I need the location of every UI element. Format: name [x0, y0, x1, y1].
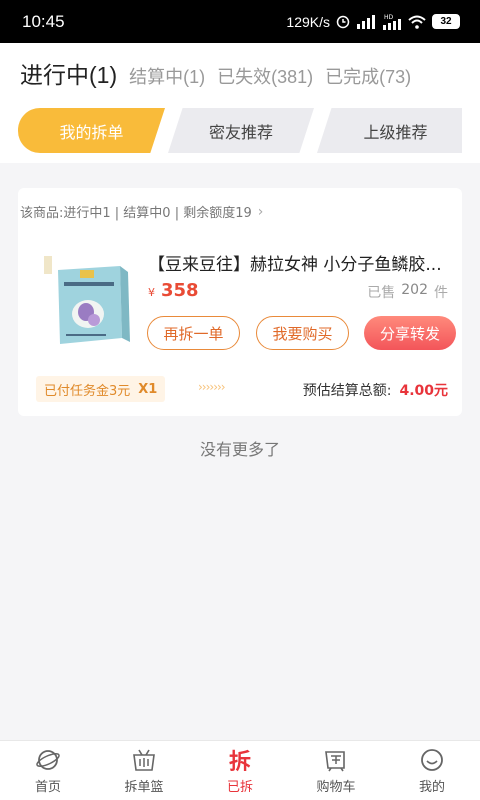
battery-icon: 32 — [432, 14, 460, 29]
profile-icon — [419, 747, 445, 773]
signal-hd-icon: HD — [382, 14, 402, 30]
tab-in-progress[interactable]: 进行中(1) — [20, 56, 117, 90]
split-icon: 拆 — [228, 747, 251, 775]
home-icon — [35, 747, 61, 773]
nav-split[interactable]: 拆 已拆 — [200, 747, 280, 795]
status-time: 10:45 — [22, 11, 65, 31]
price-value: 358 — [161, 280, 199, 301]
segment-superior-recommend-label: 上级推荐 — [363, 122, 428, 142]
alarm-icon — [336, 15, 350, 29]
status-indicators: 129K/s HD 32 — [286, 14, 460, 30]
network-speed: 129K/s — [286, 13, 330, 30]
rebuy-button[interactable]: 再拆一单 — [147, 316, 240, 350]
source-segment-control: 我的拆单 密友推荐 上级推荐 — [18, 108, 462, 153]
order-card: 该商品:进行中1 | 结算中0 | 剩余额度19 › 【豆来豆往】赫拉女神 小分… — [18, 188, 462, 416]
segment-my-split[interactable]: 我的拆单 — [18, 108, 165, 153]
nav-cart[interactable]: 购物车 — [296, 747, 376, 795]
tab-invalid[interactable]: 已失效(381) — [217, 63, 313, 89]
share-button[interactable]: 分享转发 — [364, 316, 456, 350]
task-fee-text: 已付任务金3元 — [44, 383, 131, 399]
estimate-label: 预估结算总额: — [302, 383, 392, 399]
bottom-navigation: 首页 拆单篮 拆 已拆 购物车 我的 — [0, 740, 480, 800]
segment-friend-recommend-label: 密友推荐 — [208, 122, 273, 142]
nav-split-basket-label: 拆单篮 — [124, 779, 164, 795]
nav-split-basket[interactable]: 拆单篮 — [104, 747, 184, 795]
split-icon-glyph: 拆 — [228, 749, 251, 775]
buy-button[interactable]: 我要购买 — [256, 316, 349, 350]
cart-icon — [323, 747, 349, 773]
split-basket-icon — [131, 747, 157, 773]
segment-friend-recommend[interactable]: 密友推荐 — [168, 108, 314, 153]
nav-cart-label: 购物车 — [316, 779, 356, 795]
task-fee-badge: 已付任务金3元 X1 — [36, 376, 166, 402]
segment-superior-recommend[interactable]: 上级推荐 — [317, 108, 462, 153]
signal-icon — [356, 14, 376, 29]
product-price: ¥ 358 — [148, 280, 199, 301]
nav-home[interactable]: 首页 — [8, 747, 88, 795]
system-status-bar: 10:45 129K/s HD 32 — [0, 0, 480, 43]
sold-label: 已售 — [367, 285, 396, 301]
list-end-message: 没有更多了 — [199, 440, 280, 459]
product-summary[interactable]: 该商品:进行中1 | 结算中0 | 剩余额度19 › — [20, 202, 264, 222]
task-multiplier: X1 — [138, 381, 158, 397]
product-image[interactable] — [40, 248, 142, 352]
product-summary-text: 该商品:进行中1 | 结算中0 | 剩余额度19 — [20, 206, 252, 221]
tab-settling[interactable]: 结算中(1) — [129, 63, 205, 89]
sold-unit: 件 — [434, 285, 448, 301]
sold-count: 已售 202 件 — [367, 282, 448, 302]
wifi-icon — [408, 15, 426, 29]
nav-home-label: 首页 — [34, 779, 61, 795]
svg-text:HD: HD — [384, 14, 394, 21]
tab-completed[interactable]: 已完成(73) — [325, 63, 411, 89]
order-status-tabs: 进行中(1) 结算中(1) 已失效(381) 已完成(73) — [20, 56, 411, 90]
product-title[interactable]: 【豆来豆往】赫拉女神 小分子鱼鳞胶... — [148, 250, 460, 275]
chevron-right-icon: › — [257, 203, 264, 220]
estimate-value: 4.00元 — [399, 383, 448, 399]
progress-arrows: ››››››› — [198, 380, 226, 394]
nav-split-label: 已拆 — [226, 779, 253, 795]
nav-profile[interactable]: 我的 — [392, 747, 472, 795]
sold-number: 202 — [401, 282, 428, 298]
currency-symbol: ¥ — [148, 286, 155, 299]
segment-my-split-label: 我的拆单 — [59, 122, 124, 142]
nav-profile-label: 我的 — [418, 779, 445, 795]
estimated-settlement: 预估结算总额: 4.00元 — [303, 380, 448, 400]
